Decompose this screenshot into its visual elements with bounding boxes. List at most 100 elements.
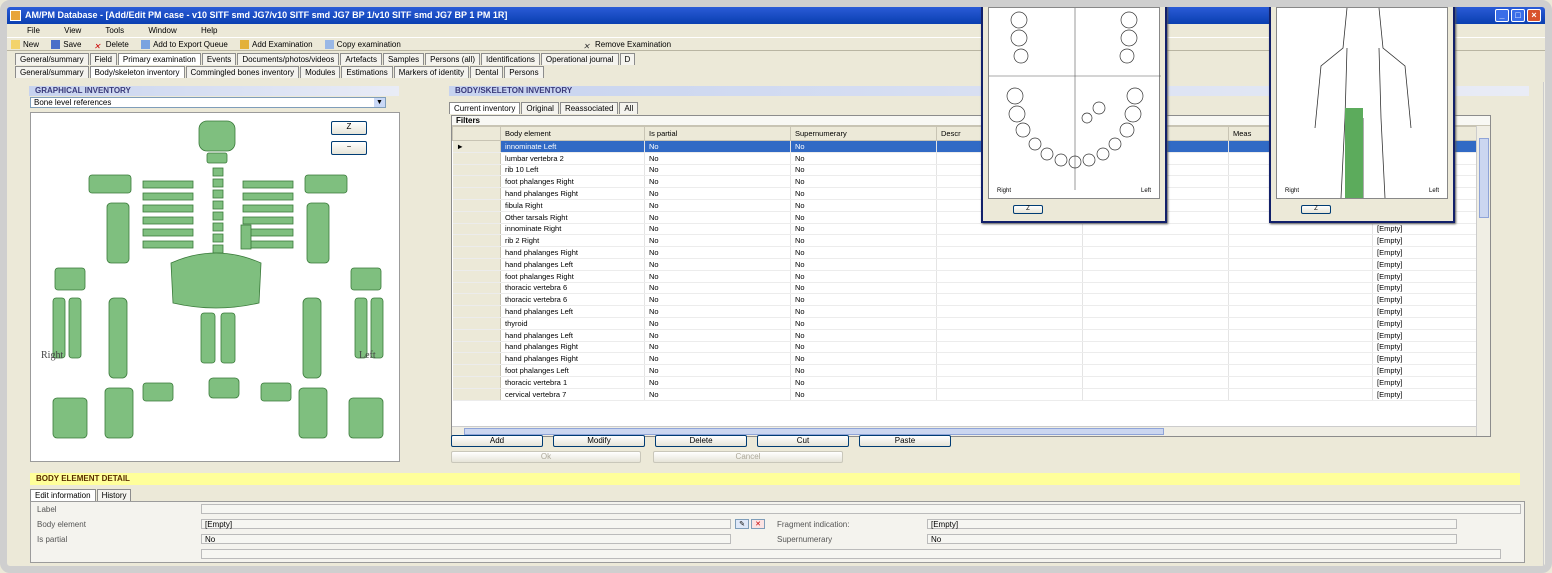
clear-icon[interactable]: ✕ bbox=[751, 519, 765, 529]
cell-body-element[interactable]: foot phalanges Right bbox=[500, 270, 645, 283]
cell-measurements[interactable] bbox=[1228, 258, 1373, 271]
cell-measurements[interactable] bbox=[1228, 352, 1373, 366]
cell-body-element[interactable]: innominate Right bbox=[500, 223, 645, 236]
cell-description[interactable] bbox=[936, 376, 1083, 389]
cell-supernumerary[interactable]: No bbox=[790, 376, 937, 389]
cell-description[interactable] bbox=[936, 293, 1083, 307]
cell-is-partial[interactable]: No bbox=[644, 175, 791, 189]
cell-is-partial[interactable]: No bbox=[644, 341, 791, 354]
tab-current-inventory[interactable]: Current inventory bbox=[449, 102, 521, 114]
cell-last[interactable]: [Empty] bbox=[1372, 223, 1490, 236]
cell-hidden[interactable] bbox=[1082, 246, 1229, 259]
add-examination-button[interactable]: Add Examination bbox=[240, 40, 313, 50]
cell-last[interactable]: [Empty] bbox=[1372, 258, 1490, 271]
cell-supernumerary[interactable]: No bbox=[790, 293, 937, 307]
extra-field[interactable] bbox=[201, 549, 1501, 559]
cell-is-partial[interactable]: No bbox=[644, 364, 791, 377]
cell-measurements[interactable] bbox=[1228, 376, 1373, 389]
cell-hidden[interactable] bbox=[1082, 305, 1229, 318]
minimize-button[interactable]: _ bbox=[1495, 9, 1509, 22]
cell-supernumerary[interactable]: No bbox=[790, 199, 937, 212]
label-field[interactable] bbox=[201, 504, 1521, 514]
cell-description[interactable] bbox=[936, 341, 1083, 354]
table-row[interactable]: thoracic vertebra 1 No No [Empty] bbox=[452, 376, 1490, 389]
cell-supernumerary[interactable]: No bbox=[790, 211, 937, 224]
cell-last[interactable]: [Empty] bbox=[1372, 364, 1490, 377]
cell-description[interactable] bbox=[936, 282, 1083, 295]
cell-supernumerary[interactable]: No bbox=[790, 352, 937, 366]
cell-measurements[interactable] bbox=[1228, 246, 1373, 259]
delete-row-button[interactable]: Delete bbox=[655, 435, 747, 447]
subtab-modules[interactable]: Modules bbox=[300, 66, 341, 78]
paste-button[interactable]: Paste bbox=[859, 435, 951, 447]
cell-hidden[interactable] bbox=[1082, 352, 1229, 366]
tab-reassociated[interactable]: Reassociated bbox=[559, 102, 619, 114]
cell-body-element[interactable]: hand phalanges Left bbox=[500, 329, 645, 342]
cell-last[interactable]: [Empty] bbox=[1372, 376, 1490, 389]
body-element-field[interactable]: [Empty] bbox=[201, 519, 731, 529]
body-outline[interactable]: Right Left bbox=[1276, 7, 1448, 199]
col-supernumerary[interactable]: Supernumerary bbox=[790, 126, 937, 141]
remove-examination-button[interactable]: ✕ Remove Examination bbox=[583, 40, 671, 51]
row-header[interactable] bbox=[452, 246, 501, 259]
tab-all[interactable]: All bbox=[619, 102, 639, 114]
cell-measurements[interactable] bbox=[1228, 223, 1373, 236]
cell-body-element[interactable]: cervical vertebra 7 bbox=[500, 388, 645, 401]
row-header[interactable]: ► bbox=[452, 140, 501, 153]
cell-is-partial[interactable]: No bbox=[644, 270, 791, 283]
table-row[interactable]: hand phalanges Right No No [Empty] bbox=[452, 352, 1490, 366]
tab-general-summary[interactable]: General/summary bbox=[15, 53, 89, 65]
cell-hidden[interactable] bbox=[1082, 364, 1229, 377]
save-button[interactable]: Save bbox=[51, 40, 81, 50]
cell-is-partial[interactable]: No bbox=[644, 140, 791, 153]
cell-supernumerary[interactable]: No bbox=[790, 164, 937, 177]
col-body-element[interactable]: Body element bbox=[500, 126, 645, 141]
tab-persons-all[interactable]: Persons (all) bbox=[425, 53, 480, 65]
table-row[interactable]: hand phalanges Left No No [Empty] bbox=[452, 258, 1490, 271]
cell-hidden[interactable] bbox=[1082, 293, 1229, 307]
add-to-export-queue-button[interactable]: Add to Export Queue bbox=[141, 40, 228, 50]
horizontal-scroll-thumb[interactable] bbox=[464, 428, 1164, 435]
cell-supernumerary[interactable]: No bbox=[790, 223, 937, 236]
cell-is-partial[interactable]: No bbox=[644, 234, 791, 248]
cell-is-partial[interactable]: No bbox=[644, 317, 791, 330]
table-row[interactable]: hand phalanges Left No No [Empty] bbox=[452, 305, 1490, 318]
cell-is-partial[interactable]: No bbox=[644, 211, 791, 224]
cell-hidden[interactable] bbox=[1082, 388, 1229, 401]
subtab-commingled[interactable]: Commingled bones inventory bbox=[185, 66, 300, 78]
fragment-indication-field[interactable]: [Empty] bbox=[927, 519, 1457, 529]
grid-vertical-scrollbar[interactable] bbox=[1476, 126, 1490, 436]
tab-events[interactable]: Events bbox=[201, 53, 237, 65]
menu-file[interactable]: File bbox=[27, 26, 40, 35]
row-header[interactable] bbox=[452, 388, 501, 401]
row-header[interactable] bbox=[452, 258, 501, 271]
row-header[interactable] bbox=[452, 329, 501, 342]
cell-supernumerary[interactable]: No bbox=[790, 282, 937, 295]
table-row[interactable]: thyroid No No [Empty] bbox=[452, 317, 1490, 330]
cell-supernumerary[interactable]: No bbox=[790, 234, 937, 248]
tab-documents[interactable]: Documents/photos/videos bbox=[237, 53, 340, 65]
row-header[interactable] bbox=[452, 270, 501, 283]
dental-chart[interactable]: Right Left bbox=[988, 7, 1161, 199]
cell-supernumerary[interactable]: No bbox=[790, 341, 937, 354]
table-row[interactable]: hand phalanges Right No No [Empty] bbox=[452, 246, 1490, 259]
table-row[interactable]: foot phalanges Left No No [Empty] bbox=[452, 364, 1490, 377]
cell-hidden[interactable] bbox=[1082, 329, 1229, 342]
cell-supernumerary[interactable]: No bbox=[790, 140, 937, 153]
row-header[interactable] bbox=[452, 223, 501, 236]
cell-measurements[interactable] bbox=[1228, 388, 1373, 401]
body-zoom-button[interactable]: Z bbox=[1301, 205, 1331, 214]
cell-body-element[interactable]: hand phalanges Left bbox=[500, 258, 645, 271]
tab-samples[interactable]: Samples bbox=[382, 53, 425, 65]
add-button[interactable]: Add bbox=[451, 435, 543, 447]
cell-is-partial[interactable]: No bbox=[644, 187, 791, 200]
cell-is-partial[interactable]: No bbox=[644, 305, 791, 318]
row-header[interactable] bbox=[452, 305, 501, 318]
cell-description[interactable] bbox=[936, 364, 1083, 377]
grid-vertical-scroll-thumb[interactable] bbox=[1479, 138, 1489, 218]
cut-button[interactable]: Cut bbox=[757, 435, 849, 447]
cell-hidden[interactable] bbox=[1082, 282, 1229, 295]
cell-is-partial[interactable]: No bbox=[644, 199, 791, 212]
cell-body-element[interactable]: hand phalanges Left bbox=[500, 305, 645, 318]
cell-description[interactable] bbox=[936, 270, 1083, 283]
